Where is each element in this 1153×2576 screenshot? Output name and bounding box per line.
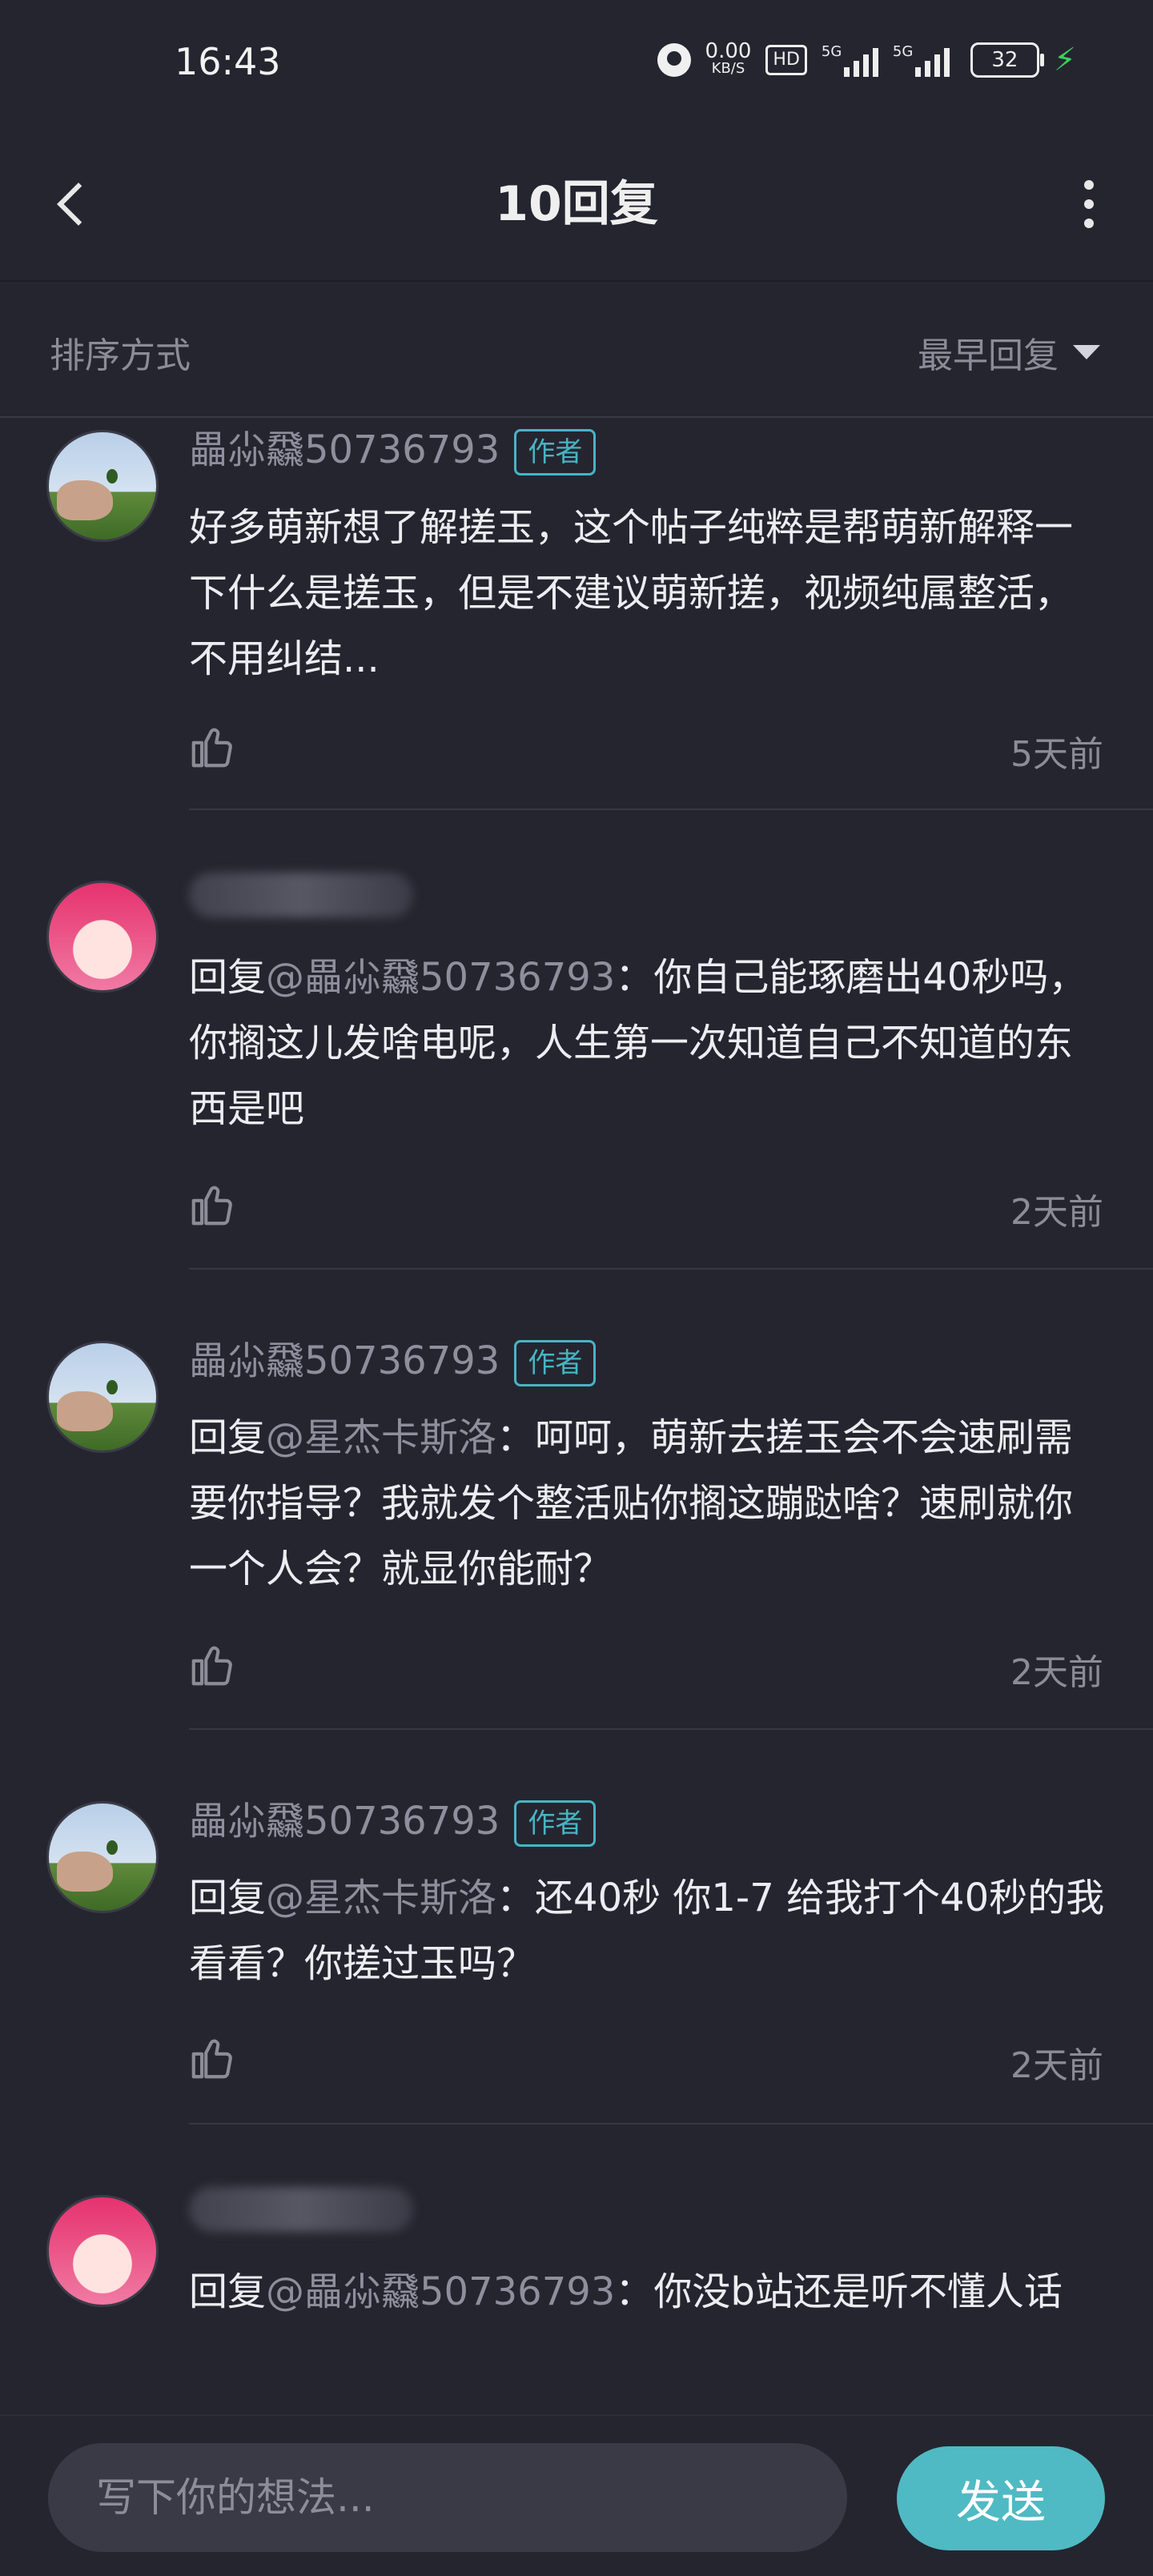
author-badge: 作者	[514, 1340, 597, 1386]
author-badge: 作者	[514, 429, 597, 475]
divider	[189, 1728, 1153, 1730]
send-button[interactable]: 发送	[897, 2446, 1105, 2550]
comment-text[interactable]: 回复@畾尛飝50736793：你没b站还是听不懂人话	[189, 2259, 1110, 2325]
username-text: 畾尛飝50736793	[189, 427, 500, 472]
comment-text[interactable]: 回复@星杰卡斯洛：呵呵，萌新去搓玉会不会速刷需要你指导？我就发个整活贴你搁这蹦跶…	[189, 1405, 1110, 1602]
dot-icon	[1084, 199, 1094, 209]
charging-icon: ⚡	[1053, 42, 1076, 78]
avatar[interactable]	[46, 2195, 159, 2307]
reply-prefix: 回复	[189, 1876, 267, 1920]
comment-body: 好多萌新想了解搓玉，这个帖子纯粹是帮萌新解释一下什么是搓玉，但是不建议萌新搓，视…	[189, 505, 1074, 681]
avatar[interactable]	[46, 1341, 159, 1453]
username[interactable]: 畾尛飝50736793 作者	[189, 418, 597, 475]
blurred-username[interactable]	[189, 2187, 413, 2232]
divider	[189, 1268, 1153, 1270]
avatar[interactable]	[46, 1801, 159, 1913]
comment-item: 畾尛飝50736793 作者 回复@星杰卡斯洛：呵呵，萌新去搓玉会不会速刷需要你指…	[0, 1270, 1153, 1731]
nav-bar: 10回复	[0, 132, 1153, 282]
composer-bar: 发送	[0, 2414, 1153, 2576]
username-text: 畾尛飝50736793	[189, 1799, 500, 1844]
comment-text[interactable]: 回复@星杰卡斯洛：还40秒 你1-7 给我打个40秒的我看看？你搓过玉吗？	[189, 1865, 1110, 1996]
avatar[interactable]	[46, 881, 159, 993]
avatar[interactable]	[46, 430, 159, 542]
timestamp: 2天前	[1010, 2045, 1103, 2086]
signal-label-2: 5G	[892, 43, 914, 60]
sort-current: 最早回复	[918, 335, 1059, 376]
username[interactable]: 畾尛飝50736793 作者	[189, 1329, 597, 1386]
username-text: 畾尛飝50736793	[189, 1338, 500, 1383]
reply-prefix: 回复	[189, 2269, 267, 2314]
timestamp: 2天前	[1010, 1652, 1103, 1693]
comment-input[interactable]	[48, 2443, 847, 2552]
timestamp: 2天前	[1010, 1192, 1103, 1233]
reply-prefix: 回复	[189, 1415, 267, 1460]
reply-prefix: 回复	[189, 955, 267, 1000]
comment-body: ：你没b站还是听不懂人话	[615, 2269, 1063, 2314]
username[interactable]: 畾尛飝50736793 作者	[189, 1789, 597, 1847]
comment-item: 畾尛飝50736793 作者 好多萌新想了解搓玉，这个帖子纯粹是帮萌新解释一下什么…	[0, 418, 1153, 810]
sort-bar: 排序方式 最早回复	[0, 280, 1153, 418]
thumbs-up-icon[interactable]	[187, 1640, 237, 1690]
mention-link[interactable]: @畾尛飝50736793	[266, 955, 615, 1000]
more-options-button[interactable]	[1057, 164, 1121, 244]
sort-dropdown[interactable]: 最早回复	[918, 327, 1100, 378]
status-time: 16:43	[175, 40, 281, 83]
comment-text[interactable]: 回复@畾尛飝50736793：你自己能琢磨出40秒吗，你搁这儿发啥电呢，人生第一…	[189, 945, 1110, 1142]
blurred-username[interactable]	[189, 873, 413, 917]
network-speed-value: 0.00	[705, 39, 752, 63]
timestamp: 5天前	[1010, 734, 1103, 775]
caret-down-icon	[1073, 345, 1100, 359]
alarm-icon	[657, 43, 691, 77]
status-icons: 0.00 KB/S HD 5G 5G 32 ⚡	[657, 39, 1076, 78]
page-title: 10回复	[495, 176, 658, 232]
comment-item: 畾尛飝50736793 作者 回复@星杰卡斯洛：还40秒 你1-7 给我打个40秒…	[0, 1731, 1153, 2125]
mention-link[interactable]: @星杰卡斯洛	[266, 1876, 496, 1920]
signal-icon-2: 5G	[893, 43, 950, 77]
signal-icon: 5G	[822, 43, 878, 77]
thumbs-up-icon[interactable]	[187, 722, 237, 772]
network-speed: 0.00 KB/S	[705, 39, 752, 78]
comment-text[interactable]: 好多萌新想了解搓玉，这个帖子纯粹是帮萌新解释一下什么是搓玉，但是不建议萌新搓，视…	[189, 495, 1110, 692]
dot-icon	[1084, 180, 1094, 190]
comment-list: 畾尛飝50736793 作者 好多萌新想了解搓玉，这个帖子纯粹是帮萌新解释一下什么…	[0, 418, 1153, 2445]
battery-icon: 32	[970, 42, 1044, 78]
mention-link[interactable]: @畾尛飝50736793	[266, 2269, 615, 2314]
signal-label: 5G	[821, 43, 842, 60]
comment-item: 回复@畾尛飝50736793：你没b站还是听不懂人话	[0, 2125, 1153, 2445]
status-bar: 16:43 0.00 KB/S HD 5G 5G 32 ⚡	[0, 0, 1153, 132]
hd-icon: HD	[765, 45, 807, 75]
thumbs-up-icon[interactable]	[187, 2033, 237, 2083]
mention-link[interactable]: @星杰卡斯洛	[266, 1415, 496, 1460]
thumbs-up-icon[interactable]	[187, 1180, 237, 1230]
author-badge: 作者	[514, 1800, 597, 1847]
comment-item: 回复@畾尛飝50736793：你自己能琢磨出40秒吗，你搁这儿发啥电呢，人生第一…	[0, 810, 1153, 1270]
network-speed-unit: KB/S	[711, 60, 745, 77]
dot-icon	[1084, 219, 1094, 228]
sort-label: 排序方式	[50, 335, 191, 376]
